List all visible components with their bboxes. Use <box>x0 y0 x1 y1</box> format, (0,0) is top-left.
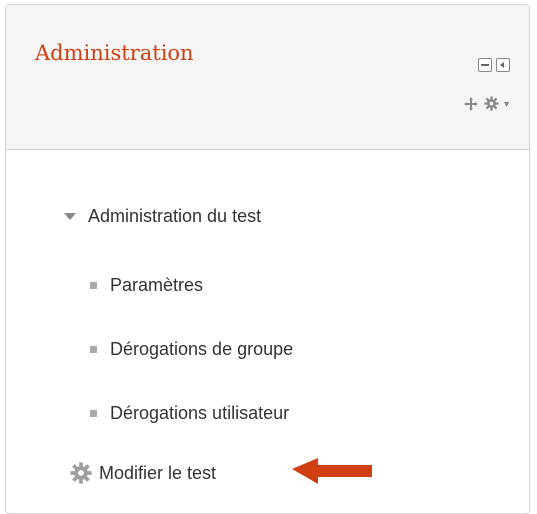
block-tools: ▼ <box>464 96 511 111</box>
bullet-icon <box>90 282 97 289</box>
administration-block: Administration ▼ Administration du test … <box>5 4 530 514</box>
nav-section-quiz-admin[interactable]: Administration du test <box>64 206 261 227</box>
hide-block-icon[interactable] <box>478 58 492 72</box>
edit-quiz-link[interactable]: Modifier le test <box>70 462 216 484</box>
gear-icon[interactable] <box>484 96 499 111</box>
block-controls <box>478 58 510 72</box>
nav-item-label: Dérogations de groupe <box>110 339 294 359</box>
caret-down-icon[interactable]: ▼ <box>502 99 511 109</box>
nav-item-group-overrides[interactable]: Dérogations de groupe <box>90 339 293 360</box>
arrow-left-icon <box>292 458 372 484</box>
block-title: Administration <box>35 41 194 65</box>
nav-item-label: Dérogations utilisateur <box>110 403 290 423</box>
block-header: Administration ▼ <box>6 5 529 150</box>
expanded-triangle-icon[interactable] <box>64 213 76 220</box>
bullet-icon <box>90 410 97 417</box>
nav-item-user-overrides[interactable]: Dérogations utilisateur <box>90 403 289 424</box>
edit-quiz-label: Modifier le test <box>99 462 217 483</box>
nav-item-parametres[interactable]: Paramètres <box>90 275 203 296</box>
nav-item-label: Paramètres <box>110 275 204 295</box>
move-icon[interactable] <box>464 96 479 111</box>
gear-icon <box>70 462 92 484</box>
block-content: Administration du test Paramètres Déroga… <box>6 150 529 513</box>
dock-block-icon[interactable] <box>496 58 510 72</box>
nav-section-label: Administration du test <box>88 206 262 226</box>
bullet-icon <box>90 346 97 353</box>
